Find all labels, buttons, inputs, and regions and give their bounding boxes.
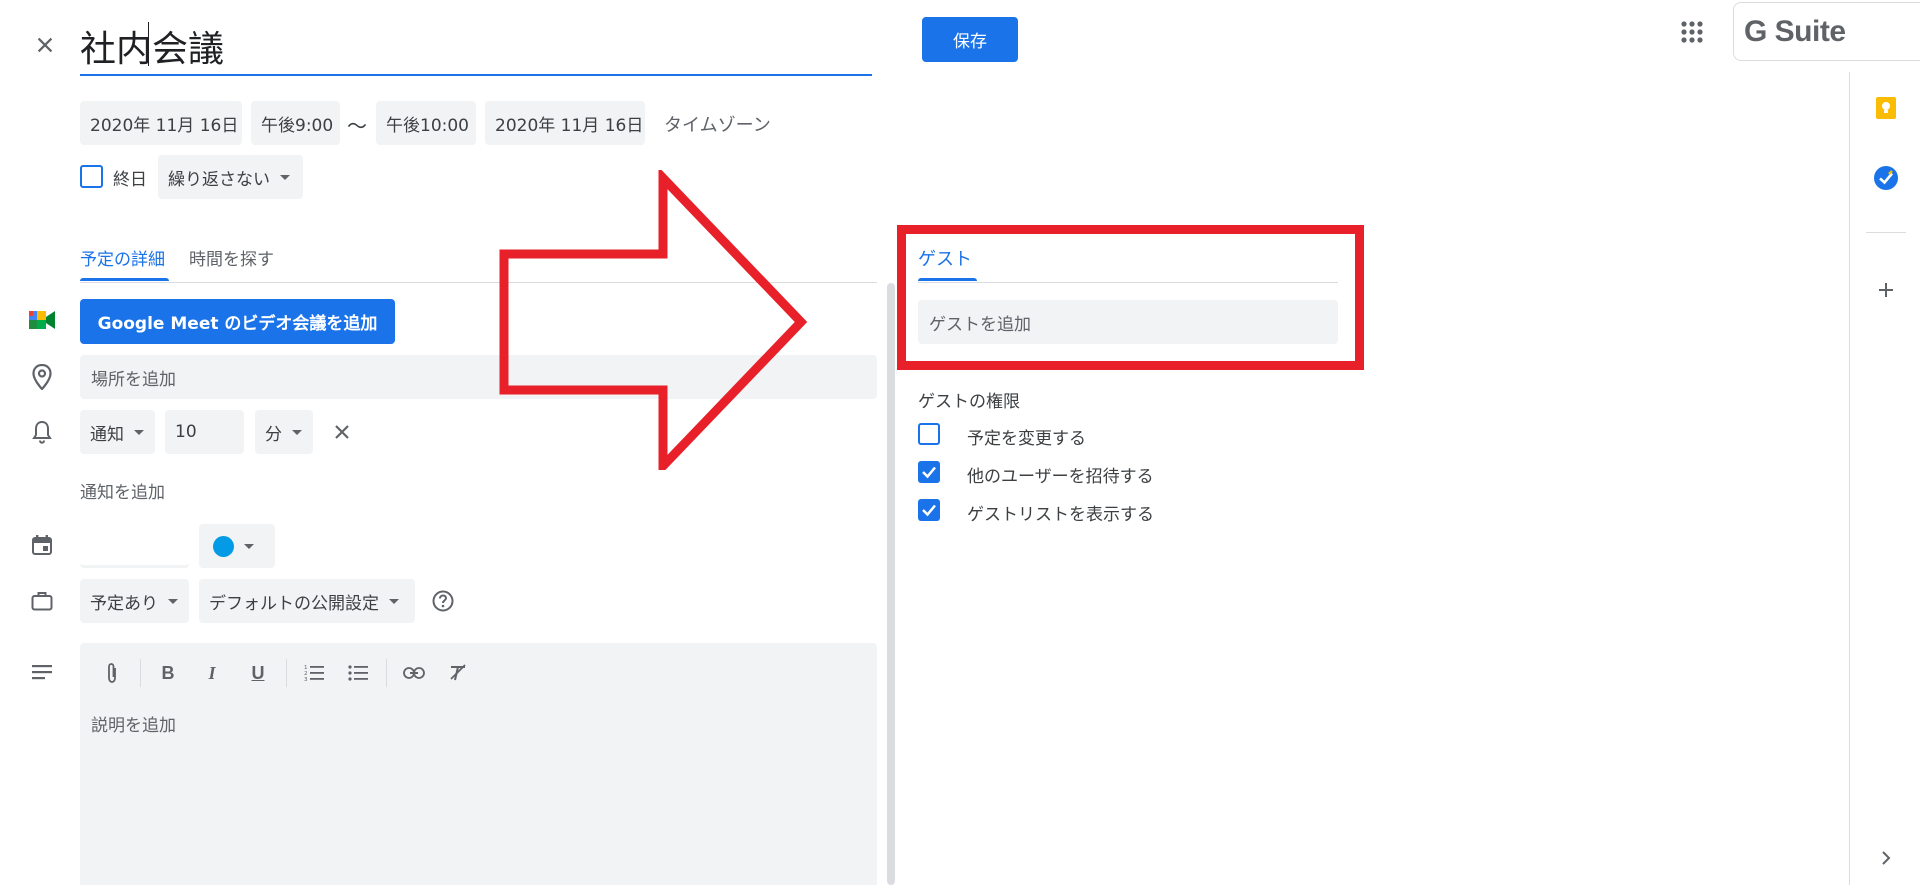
permission-modify-checkbox[interactable] — [918, 423, 940, 445]
toolbar-divider — [140, 659, 141, 687]
details-scrollbar[interactable] — [887, 283, 895, 885]
end-date-label: 2020年 11月 16日 — [495, 115, 644, 136]
toolbar-divider — [386, 659, 387, 687]
annotation-arrow — [499, 170, 808, 470]
title-input[interactable]: 社内会議 — [80, 14, 872, 76]
start-date-label: 2020年 11月 16日 — [90, 115, 239, 136]
all-day-checkbox[interactable] — [80, 165, 103, 188]
keep-icon[interactable] — [1870, 92, 1902, 124]
event-color-dropdown[interactable] — [199, 524, 275, 568]
notification-type-label: 通知 — [90, 424, 124, 445]
notification-unit-dropdown[interactable]: 分 — [255, 410, 313, 454]
tab-find-time[interactable]: 時間を探す — [189, 245, 274, 270]
tab-event-details-indicator — [80, 278, 169, 281]
remove-notification-icon[interactable] — [328, 418, 356, 446]
notification-value-input[interactable]: 10 — [165, 410, 244, 454]
svg-text:3: 3 — [304, 677, 308, 682]
time-range-separator: ～ — [347, 114, 367, 138]
bold-icon[interactable]: B — [150, 655, 186, 691]
tasks-icon[interactable] — [1870, 162, 1902, 194]
tab-event-details[interactable]: 予定の詳細 — [80, 245, 165, 270]
gsuite-logo-text: G Suite — [1744, 14, 1846, 48]
location-placeholder: 場所を追加 — [91, 369, 176, 390]
start-time-chip[interactable]: 午後9:00 — [251, 101, 340, 145]
notification-type-dropdown[interactable]: 通知 — [80, 410, 155, 454]
timezone-link[interactable]: タイムゾーン — [664, 111, 771, 137]
toolbar-divider — [286, 659, 287, 687]
chevron-right-icon[interactable] — [1870, 842, 1902, 874]
visibility-dropdown[interactable]: デフォルトの公開設定 — [199, 579, 415, 623]
description-editor[interactable]: B I U 123 説明を追加 — [80, 643, 877, 885]
calendar-icon — [28, 531, 56, 559]
calendar-select[interactable] — [80, 524, 189, 568]
notification-value-text: 10 — [175, 422, 197, 442]
add-addon-icon[interactable] — [1870, 274, 1902, 306]
title-text: 社内会議 — [80, 29, 225, 70]
permission-modify-label: 予定を変更する — [967, 429, 1086, 449]
bell-icon — [28, 418, 56, 446]
repeat-dropdown-label: 繰り返さない — [168, 169, 270, 190]
italic-icon[interactable]: I — [194, 655, 230, 691]
clear-formatting-icon[interactable] — [440, 655, 476, 691]
add-meet-button-label: Google Meet のビデオ会議を追加 — [97, 314, 378, 334]
side-panel-divider — [1866, 232, 1906, 233]
availability-label: 予定あり — [90, 593, 158, 614]
description-icon — [28, 658, 56, 686]
permission-see-list-checkbox[interactable] — [918, 499, 940, 521]
annotation-highlight-box — [897, 225, 1364, 370]
permission-invite-label: 他のユーザーを招待する — [967, 467, 1154, 487]
help-icon[interactable] — [429, 587, 457, 615]
gsuite-logo[interactable]: G Suite — [1733, 2, 1920, 61]
text-cursor — [148, 22, 149, 66]
checkmark-icon — [922, 504, 936, 517]
start-date-chip[interactable]: 2020年 11月 16日 — [80, 101, 242, 145]
chevron-down-icon — [244, 543, 254, 549]
chevron-down-icon — [292, 429, 302, 435]
apps-grid-icon[interactable] — [1674, 14, 1710, 50]
permission-invite-checkbox[interactable] — [918, 461, 940, 483]
location-pin-icon — [28, 363, 56, 391]
description-placeholder: 説明を追加 — [91, 716, 176, 736]
permission-see-list-label: ゲストリストを表示する — [967, 505, 1154, 525]
close-icon[interactable] — [28, 28, 62, 62]
chevron-down-icon — [389, 598, 399, 604]
checkmark-icon — [922, 466, 936, 479]
end-time-label: 午後10:00 — [386, 115, 469, 136]
add-meet-button[interactable]: Google Meet のビデオ会議を追加 — [80, 299, 395, 344]
google-meet-icon — [28, 306, 56, 334]
chevron-down-icon — [168, 598, 178, 604]
notification-unit-label: 分 — [265, 424, 282, 445]
visibility-label: デフォルトの公開設定 — [209, 593, 379, 614]
bulleted-list-icon[interactable] — [340, 655, 376, 691]
attachment-icon[interactable] — [94, 655, 130, 691]
briefcase-icon — [28, 587, 56, 615]
chevron-down-icon — [134, 429, 144, 435]
end-time-chip[interactable]: 午後10:00 — [376, 101, 476, 145]
numbered-list-icon[interactable]: 123 — [296, 655, 332, 691]
availability-dropdown[interactable]: 予定あり — [80, 579, 189, 623]
repeat-dropdown[interactable]: 繰り返さない — [158, 155, 303, 199]
guest-permissions-title: ゲストの権限 — [918, 392, 1020, 412]
event-color-swatch — [213, 535, 234, 557]
start-time-label: 午後9:00 — [261, 115, 334, 136]
all-day-label: 終日 — [113, 170, 147, 190]
end-date-chip[interactable]: 2020年 11月 16日 — [485, 101, 645, 145]
chevron-down-icon — [280, 174, 290, 180]
underline-icon[interactable]: U — [240, 655, 276, 691]
save-button-label: 保存 — [953, 32, 987, 52]
link-icon[interactable] — [396, 655, 432, 691]
side-panel — [1849, 72, 1920, 885]
save-button[interactable]: 保存 — [922, 17, 1018, 62]
add-notification-link[interactable]: 通知を追加 — [80, 478, 165, 503]
